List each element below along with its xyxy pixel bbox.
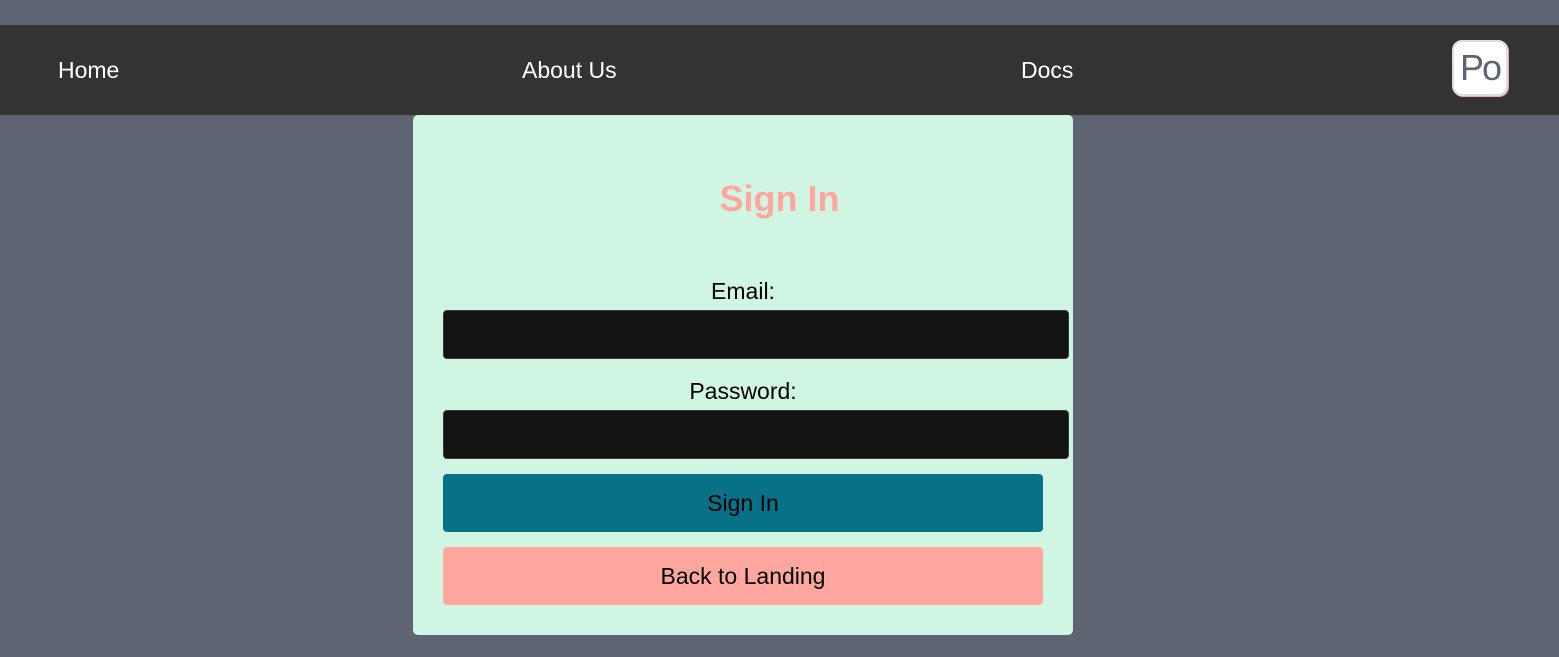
app-logo[interactable]: Po — [1452, 40, 1508, 96]
nav-link-home[interactable]: Home — [58, 25, 119, 115]
sign-in-button[interactable]: Sign In — [443, 474, 1043, 532]
signin-title: Sign In — [719, 178, 840, 219]
logo-text: Po — [1459, 47, 1502, 88]
nav-link-about-us[interactable]: About Us — [522, 25, 617, 115]
email-field[interactable] — [443, 310, 1069, 359]
top-navbar: Home About Us Docs Po — [0, 25, 1559, 115]
email-label: Email: — [711, 278, 775, 304]
password-field[interactable] — [443, 410, 1069, 459]
nav-link-docs[interactable]: Docs — [1021, 25, 1073, 115]
back-to-landing-button[interactable]: Back to Landing — [443, 547, 1043, 605]
password-label: Password: — [689, 378, 797, 404]
